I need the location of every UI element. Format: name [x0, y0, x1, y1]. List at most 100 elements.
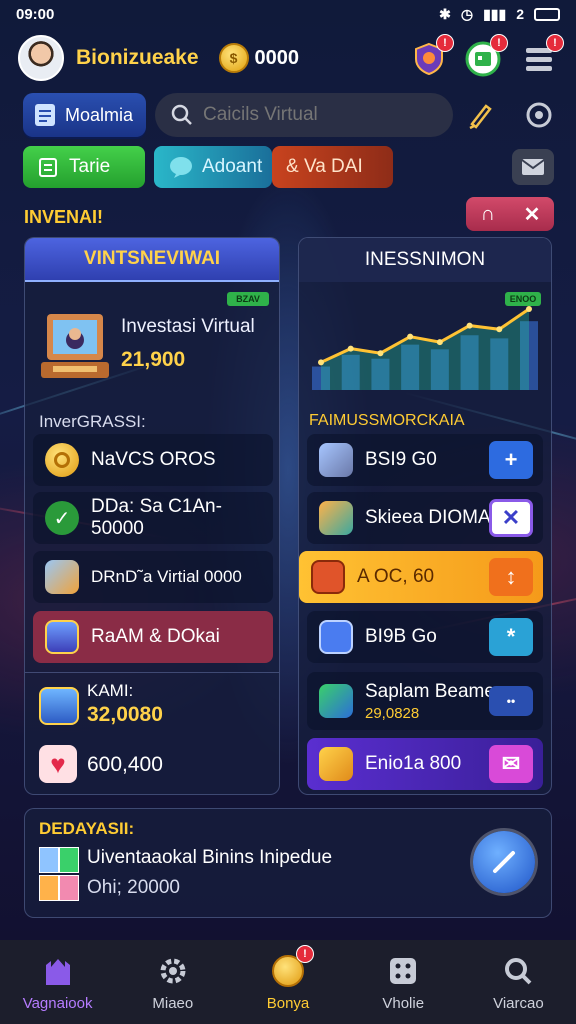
growth-chart — [312, 306, 538, 390]
chart-point — [466, 322, 473, 329]
tab-adoant[interactable]: Adoant — [154, 146, 272, 188]
settings-list-button[interactable]: ! — [520, 34, 564, 78]
status-bar: 09:00 ✱ ◷ ▮▮▮ 2 — [0, 0, 576, 28]
search-icon — [500, 953, 536, 989]
team-avatars — [39, 847, 79, 903]
nav-item-search[interactable]: Viarcao — [461, 940, 576, 1024]
star-button[interactable]: * — [489, 618, 533, 656]
nav-item-label: Vholie — [382, 994, 425, 1012]
chart-point — [377, 350, 384, 357]
section-title: INVENAI! — [24, 207, 104, 227]
monitor-icon — [39, 687, 79, 725]
status-icons: ✱ ◷ ▮▮▮ 2 — [439, 6, 560, 23]
box-icon — [45, 560, 79, 594]
stat-value: 32,0080 — [87, 703, 163, 726]
home-icon[interactable]: ∩ — [466, 197, 510, 231]
calendar-button[interactable]: ! — [464, 34, 508, 78]
list-item[interactable]: ✓ DDa: Sa C1An-50000 — [33, 492, 273, 544]
pen-button[interactable] — [462, 96, 500, 134]
investor-desk-illustration — [41, 314, 109, 378]
nav-item-coins[interactable]: ! Bonya — [230, 940, 345, 1024]
investment-panel: INESSNIMON ENOO FAIMUSSMORCKAIA BSI9 G0 … — [298, 237, 552, 795]
bottom-nav: Vagnaiook Miaeo ! Bonya Vholie Viarcao — [0, 940, 576, 1024]
list-item-label: BI9B Go — [365, 626, 437, 647]
confirm-button[interactable] — [473, 831, 535, 893]
sub-label: FAIMUSSMORCKAIA — [309, 412, 465, 429]
check-shield-icon: ✓ — [45, 501, 79, 535]
list-item-label: DRnD˜a Virtial 0000 — [91, 567, 242, 586]
nav-item-dice[interactable]: Vholie — [346, 940, 461, 1024]
list-item-label: Saplam Beamee — [365, 680, 506, 702]
coin-symbol: $ — [229, 50, 238, 66]
close-icon[interactable]: ✕ — [510, 197, 554, 231]
coin-stack-icon: ! — [270, 944, 314, 989]
cross-button[interactable]: ✕ — [489, 499, 533, 537]
sort-button[interactable]: ↕ — [489, 558, 533, 596]
tab-tarie[interactable]: Tarie — [23, 146, 145, 188]
add-button[interactable]: + — [489, 441, 533, 479]
message-button[interactable]: ✉ — [489, 745, 533, 783]
pencil-check-icon — [493, 851, 515, 873]
nav-item-label: Viarcao — [493, 994, 544, 1012]
search-input[interactable] — [203, 104, 443, 126]
search-icon — [171, 104, 192, 125]
module-button[interactable]: Moalmia — [23, 93, 146, 137]
sub-label: InverGRASSI: — [39, 412, 146, 431]
nav-item-home[interactable]: Vagnaiook — [0, 940, 115, 1024]
list-item[interactable]: NaVCS OROS — [33, 434, 273, 486]
list-item-sub: 29,0828 — [365, 704, 420, 722]
chart-point — [347, 345, 354, 352]
tab-adoant-label: Adoant — [202, 156, 263, 177]
virtual-panel: VINTSNEVIWAI BZAV Investasi Virtual 21,9… — [24, 237, 280, 795]
module-label: Moalmia — [65, 104, 134, 125]
wallet-icon — [311, 560, 345, 594]
list-item[interactable]: Skieea DIOMAS ✕ — [307, 492, 543, 544]
cross-icon: ✕ — [501, 505, 521, 530]
chat-heart-icon — [170, 157, 192, 178]
sort-icon: ↕ — [505, 564, 517, 589]
stats-card: KAMI: 32,0080 ♥ 600,400 — [25, 672, 279, 794]
shield-button[interactable]: ! — [410, 34, 454, 78]
tab-va-dai-label: & Va DAI — [286, 156, 363, 177]
castle-icon — [40, 953, 76, 989]
list-item[interactable]: Enio1a 800 ✉ — [307, 738, 543, 790]
list-item-label: DDa: Sa C1An-50000 — [91, 496, 222, 539]
status-time: 09:00 — [16, 5, 55, 23]
list-item[interactable]: Saplam Beamee 29,0828 •• — [307, 672, 543, 730]
avatar[interactable] — [18, 35, 64, 81]
stat-label: KAMI: — [87, 681, 134, 700]
list-item[interactable]: BI9B Go * — [307, 611, 543, 663]
tab-va-dai[interactable]: & Va DAI — [272, 146, 393, 188]
list-badge: ! — [546, 34, 564, 52]
chart-point — [407, 333, 414, 340]
list-item-label: NaVCS OROS — [91, 449, 216, 470]
camera-button[interactable] — [520, 96, 558, 134]
wifi-icon: ◷ — [460, 5, 474, 22]
list-item[interactable]: BSI9 G0 + — [307, 434, 543, 486]
mail-button[interactable] — [512, 149, 554, 185]
coin-count: 0000 — [254, 46, 300, 69]
list-item[interactable]: RaAM & DOkai — [33, 611, 273, 663]
list-item[interactable]: DRnD˜a Virtial 0000 — [33, 551, 273, 603]
list-item[interactable]: A OC, 60 ↕ — [299, 551, 543, 603]
gem-icon — [319, 747, 353, 781]
coin-badge: ! — [296, 944, 314, 963]
list-item-label: Enio1a 800 — [365, 753, 462, 774]
chart-point — [436, 339, 443, 346]
list-item-label: Skieea DIOMAS — [365, 507, 504, 528]
more-button[interactable]: •• — [489, 686, 533, 716]
nav-item-settings[interactable]: Miaeo — [115, 940, 230, 1024]
battery-icon — [534, 7, 560, 21]
nav-item-label: Vagnaiook — [22, 994, 93, 1012]
heart-icon: ♥ — [39, 745, 77, 783]
mail-box-icon — [319, 620, 353, 654]
signal-icon: ▮▮▮ — [483, 5, 507, 22]
investment-panel-title: INESSNIMON — [364, 249, 486, 270]
username: Bionizueake — [76, 46, 199, 69]
nav-item-label: Bonya — [266, 994, 310, 1012]
hero-value: 21,900 — [121, 348, 186, 371]
chart-point — [526, 306, 532, 313]
bluetooth-icon: ✱ — [439, 5, 451, 22]
document-chart-icon — [319, 684, 353, 718]
search-bar[interactable] — [155, 93, 453, 137]
